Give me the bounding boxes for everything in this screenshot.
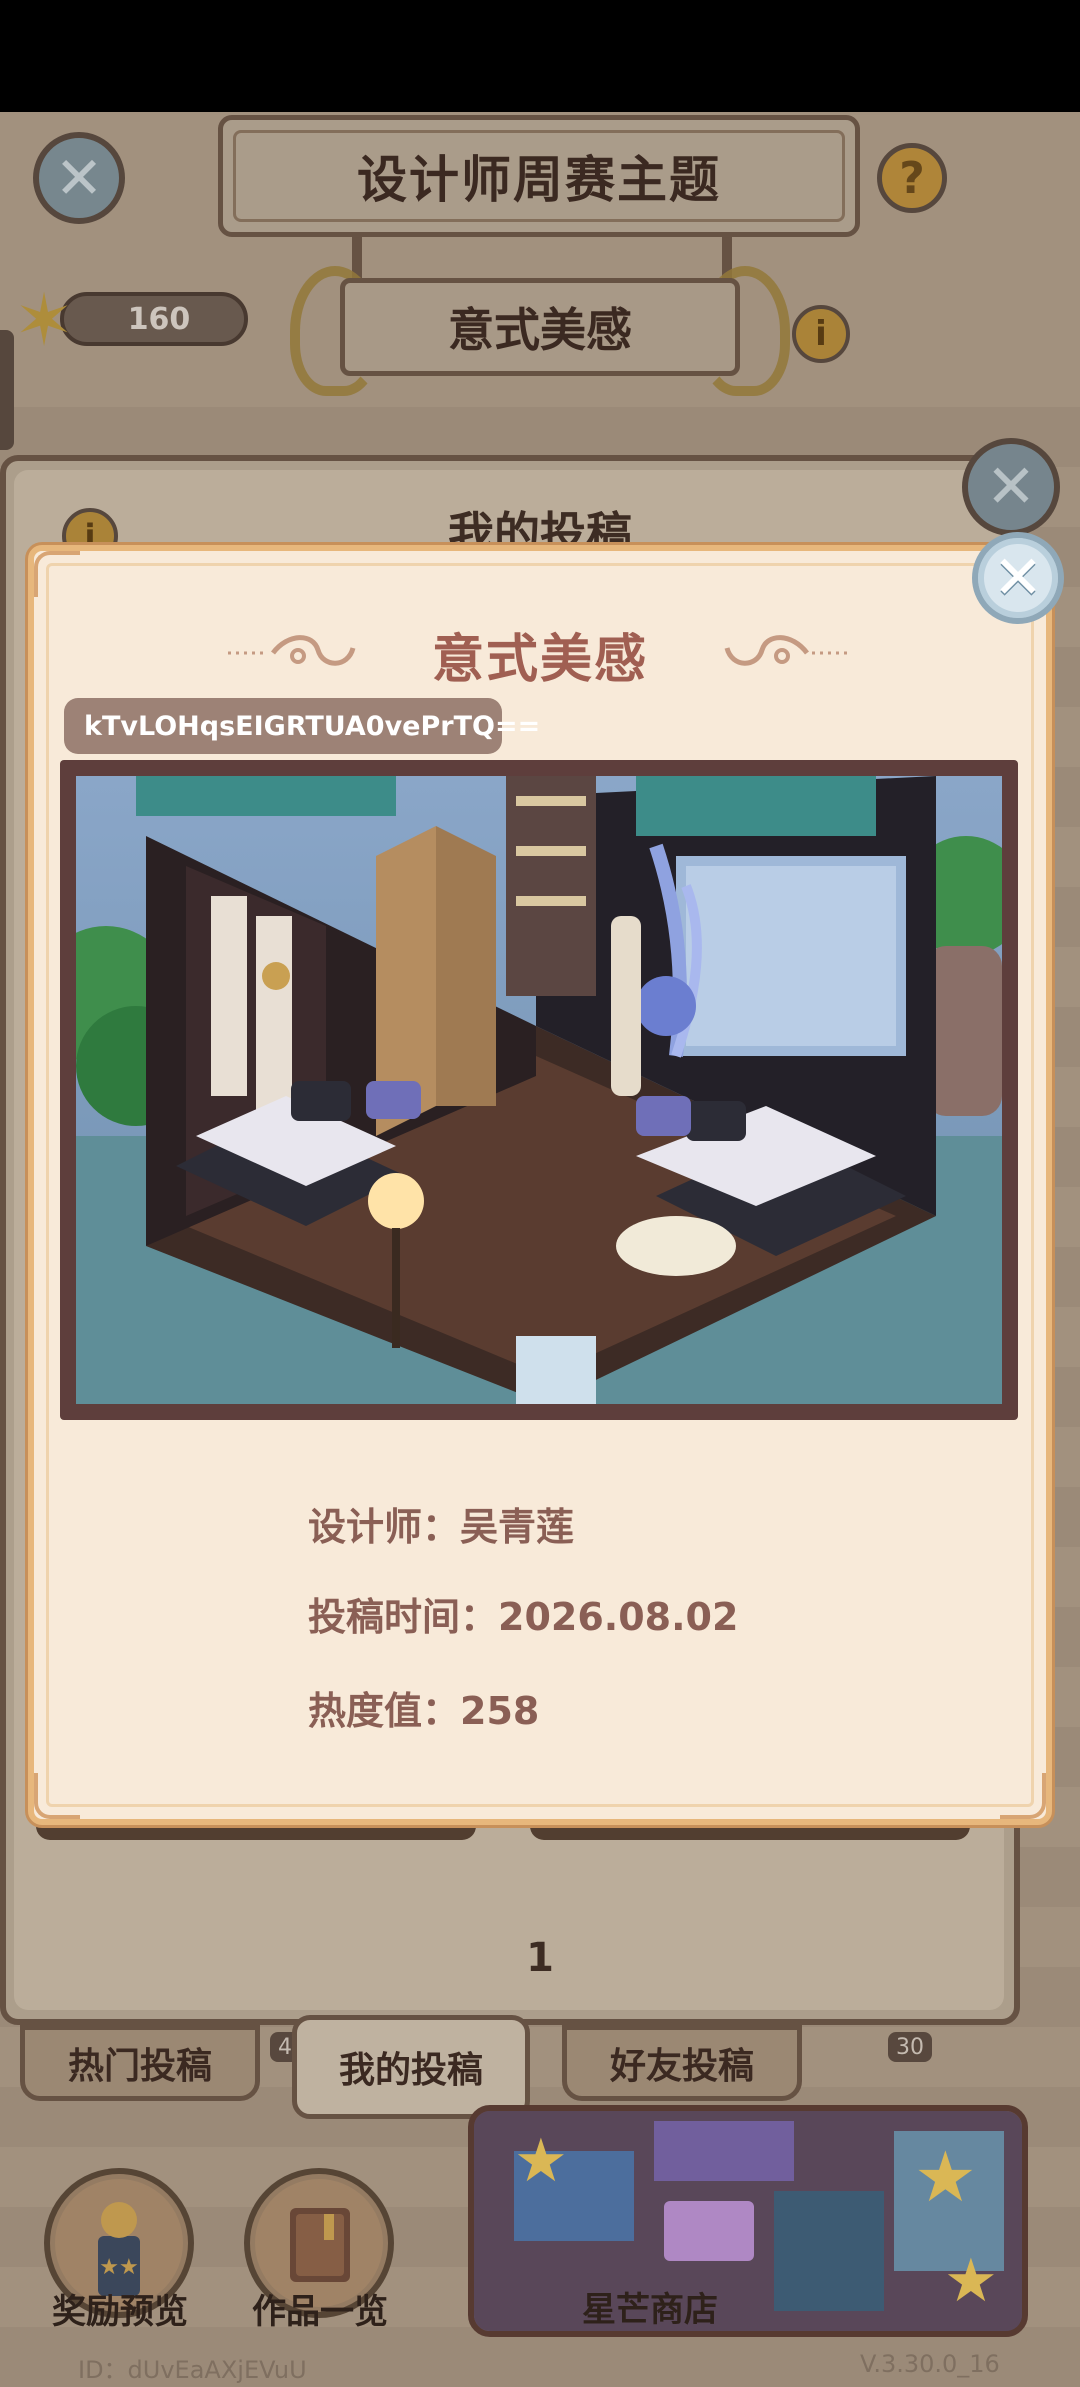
status-bar <box>0 0 1080 112</box>
designer-value: 吴青莲 <box>460 1505 575 1549</box>
heat-value: 258 <box>460 1689 540 1733</box>
submit-time-label: 投稿时间： <box>308 1595 499 1639</box>
heat-line: 热度值：258 <box>308 1680 539 1735</box>
modal-title: 意式美感 <box>431 630 648 690</box>
flourish-left-icon <box>228 635 356 666</box>
room-scene-image <box>76 776 1002 1404</box>
submit-time-value: 2026.08.02 <box>498 1595 739 1639</box>
close-icon: ✕ <box>992 543 1044 613</box>
submission-code-text: kTvLOHqsEIGRTUA0vePrTQ== <box>84 710 541 742</box>
designer-label: 设计师： <box>308 1505 461 1549</box>
corner-ornament <box>34 1773 80 1819</box>
design-photo <box>76 776 1002 1404</box>
flourish-right-icon <box>724 635 852 666</box>
corner-ornament <box>34 551 80 597</box>
modal-close-button[interactable]: ✕ <box>972 532 1064 624</box>
corner-ornament <box>1000 1773 1046 1819</box>
submission-code[interactable]: kTvLOHqsEIGRTUA0vePrTQ== <box>64 698 540 754</box>
designer-line: 设计师：吴青莲 <box>308 1496 574 1551</box>
heat-label: 热度值： <box>308 1689 461 1733</box>
submit-time-line: 投稿时间：2026.08.02 <box>308 1586 738 1641</box>
